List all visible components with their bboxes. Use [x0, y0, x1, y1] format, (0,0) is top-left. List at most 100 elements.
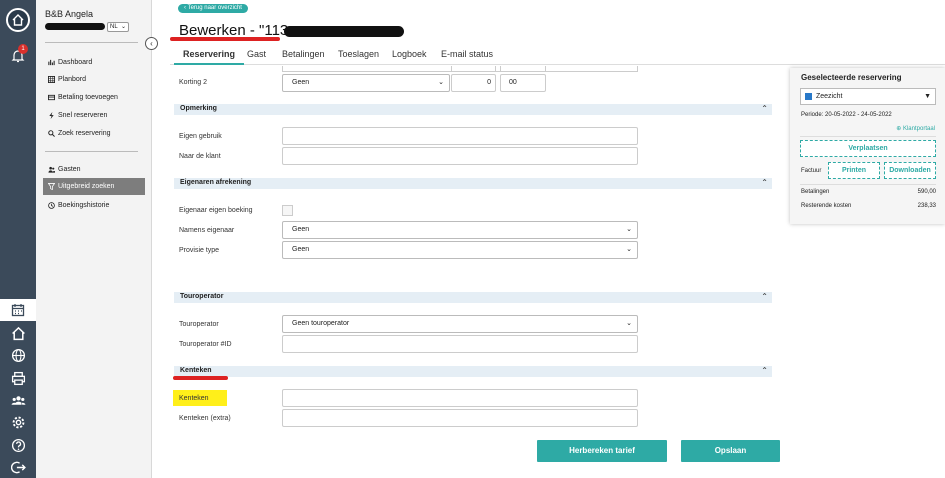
eigen-gebruik-input[interactable] — [282, 127, 638, 145]
chevron-down-icon: ⌄ — [626, 320, 632, 327]
korting-select[interactable]: Geen ⌄ — [282, 74, 450, 92]
selected-reservation-panel: Geselecteerde reservering Zeezicht ▼ Per… — [790, 68, 945, 224]
factuur-label: Factuur — [801, 168, 822, 174]
chevron-down-icon: ⌄ — [626, 246, 632, 253]
sidebar-item-content: Uitgebreid zoeken — [48, 180, 114, 192]
prev-field-fragment — [500, 66, 546, 72]
eigen-boeking-label: Eigenaar eigen boeking — [179, 207, 253, 214]
calendar-icon[interactable] — [0, 299, 36, 321]
korting-amount-input[interactable]: 0 — [451, 74, 496, 92]
sidebar-item-zoek-reservering[interactable]: Zoek reservering — [48, 127, 111, 139]
payment-icon — [48, 94, 55, 101]
globe-icon[interactable] — [10, 347, 26, 363]
klantportaal-link[interactable]: ⊕ Klantportaal — [896, 125, 935, 132]
sidebar-item-snel-reserveren[interactable]: Snel reserveren — [48, 109, 107, 121]
divider — [800, 136, 936, 137]
kenteken-extra-input[interactable] — [282, 409, 638, 427]
back-to-overview-button[interactable]: ‹ Terug naar overzicht — [178, 4, 248, 13]
tab-email-status[interactable]: E-mail status — [441, 49, 493, 59]
sidebar-item-uitgebreid-zoeken[interactable]: Uitgebreid zoeken — [43, 178, 145, 195]
gear-icon[interactable] — [10, 414, 26, 430]
home-logo-icon[interactable] — [6, 8, 30, 32]
prev-field-fragment — [451, 66, 496, 72]
sidebar-item-label: Zoek reservering — [58, 129, 111, 137]
guests-icon — [48, 166, 55, 173]
chevron-up-icon[interactable]: ⌃ — [761, 178, 768, 187]
kenteken-extra-label: Kenteken (extra) — [179, 415, 231, 422]
search-icon — [48, 129, 55, 137]
resterende-label: Resterende kosten — [801, 203, 852, 209]
tab-bar: Reservering Gast Betalingen Toeslagen Lo… — [170, 43, 945, 65]
provisie-type-select[interactable]: Geen ⌄ — [282, 241, 638, 259]
collapse-sidebar-button[interactable]: ‹ — [145, 37, 158, 50]
annotation-underline — [170, 37, 280, 41]
sidebar-item-label: Dashboard — [58, 58, 93, 66]
logout-icon[interactable] — [10, 459, 26, 475]
kenteken-input[interactable] — [282, 389, 638, 407]
room-color-swatch — [805, 93, 812, 100]
naar-de-klant-label: Naar de klant — [179, 153, 221, 160]
touroperator-id-input[interactable] — [282, 335, 638, 353]
sidebar-item-dashboard[interactable]: Dashboard — [48, 56, 92, 68]
touroperator-id-label: Touroperator #ID — [179, 341, 232, 348]
room-select[interactable]: Zeezicht ▼ — [800, 88, 936, 105]
herbereken-tarief-button[interactable]: Herbereken tarief — [537, 440, 667, 462]
touroperator-label: Touroperator — [179, 321, 219, 328]
sidebar-item-gasten[interactable]: Gasten — [48, 163, 81, 175]
section-title: Eigenaren afrekening — [180, 179, 252, 186]
sidebar-item-label: Snel reserveren — [58, 111, 108, 119]
betalingen-row: Betalingen 590,00 — [801, 189, 936, 195]
touroperator-value: Geen touroperator — [292, 320, 350, 327]
tab-logboek[interactable]: Logboek — [392, 49, 427, 59]
annotation-underline — [173, 376, 228, 380]
tab-toeslagen[interactable]: Toeslagen — [338, 49, 379, 59]
section-eigenaren[interactable]: Eigenaren afrekening ⌃ — [174, 178, 772, 189]
chevron-up-icon[interactable]: ⌃ — [761, 104, 768, 113]
advanced-search-icon — [48, 182, 55, 190]
sidebar-item-planbord[interactable]: Planbord — [48, 73, 86, 85]
korting-cents-input[interactable]: 00 — [500, 74, 546, 92]
sidebar-item-boekingshistorie[interactable]: Boekingshistorie — [48, 199, 109, 211]
help-icon[interactable] — [10, 437, 26, 453]
section-kenteken[interactable]: Kenteken ⌃ — [174, 366, 772, 377]
caret-down-icon: ▼ — [924, 93, 931, 100]
language-value: NL — [110, 24, 118, 30]
users-icon[interactable] — [10, 392, 26, 408]
language-select[interactable]: NL ⌄ — [107, 22, 129, 32]
verplaatsen-button[interactable]: Verplaatsen — [800, 140, 936, 157]
naar-de-klant-input[interactable] — [282, 147, 638, 165]
chevron-down-icon: ⌄ — [438, 79, 444, 86]
lightning-icon — [48, 111, 55, 119]
tab-betalingen[interactable]: Betalingen — [282, 49, 325, 59]
printen-button[interactable]: Printen — [828, 162, 880, 179]
betalingen-label: Betalingen — [801, 189, 830, 195]
provisie-type-value: Geen — [292, 246, 310, 253]
chevron-up-icon[interactable]: ⌃ — [761, 292, 768, 301]
downloaden-button[interactable]: Downloaden — [884, 162, 936, 179]
redacted-name — [45, 23, 105, 30]
tab-reservering[interactable]: Reservering — [173, 49, 245, 65]
tab-gast[interactable]: Gast — [247, 49, 266, 59]
house-icon[interactable] — [10, 325, 26, 341]
chevron-up-icon[interactable]: ⌃ — [761, 366, 768, 375]
betalingen-value: 590,00 — [917, 189, 936, 195]
section-title: Opmerking — [180, 105, 217, 112]
opslaan-button[interactable]: Opslaan — [681, 440, 780, 462]
sidebar: B&B Angela NL ⌄ Dashboard Planbord Betali… — [36, 0, 152, 478]
room-value: Zeezicht — [816, 93, 843, 100]
printer-icon[interactable] — [10, 370, 26, 386]
section-title: Kenteken — [180, 367, 212, 374]
periode: Periode: 20-05-2022 - 24-05-2022 — [801, 112, 892, 118]
eigen-boeking-checkbox[interactable] — [282, 205, 293, 216]
kenteken-label: Kenteken — [179, 395, 209, 402]
sidebar-item-betaling[interactable]: Betaling toevoegen — [48, 91, 118, 103]
sidebar-item-label: Uitgebreid zoeken — [58, 182, 115, 190]
section-opmerking[interactable]: Opmerking ⌃ — [174, 104, 772, 115]
section-touroperator[interactable]: Touroperator ⌃ — [174, 292, 772, 303]
section-title: Touroperator — [180, 293, 224, 300]
divider — [45, 151, 138, 152]
namens-eigenaar-label: Namens eigenaar — [179, 227, 235, 234]
namens-eigenaar-select[interactable]: Geen ⌄ — [282, 221, 638, 239]
chevron-down-icon: ⌄ — [626, 226, 632, 233]
touroperator-select[interactable]: Geen touroperator ⌄ — [282, 315, 638, 333]
